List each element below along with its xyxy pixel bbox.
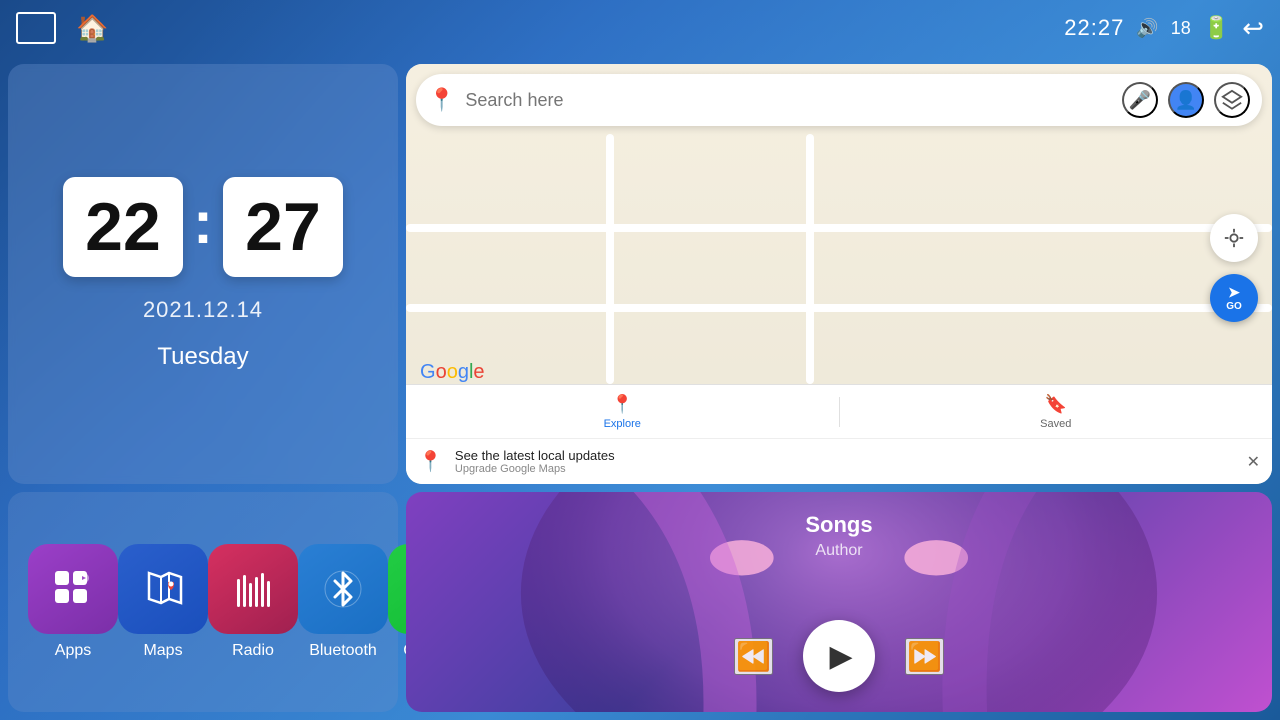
map-go-button[interactable]: ➤ GO bbox=[1210, 274, 1258, 322]
music-prev-button[interactable]: ⏪ bbox=[734, 638, 773, 675]
map-road-v1 bbox=[606, 134, 614, 384]
home-icon[interactable]: 🏠 bbox=[76, 13, 108, 44]
navigation-icon: ➤ bbox=[1228, 284, 1240, 301]
clock-colon: : bbox=[193, 188, 213, 257]
map-mic-button[interactable]: 🎤 bbox=[1122, 82, 1158, 118]
clock-date: 2021.12.14 bbox=[143, 297, 263, 323]
explore-icon: 📍 bbox=[611, 394, 633, 415]
battery-icon: 🔋 bbox=[1203, 15, 1230, 41]
map-road-h1 bbox=[406, 224, 1272, 232]
bluetooth-label: Bluetooth bbox=[309, 642, 377, 660]
tab-saved[interactable]: 🔖 Saved bbox=[840, 385, 1273, 438]
map-layers-button[interactable] bbox=[1214, 82, 1250, 118]
notice-close-button[interactable]: ✕ bbox=[1247, 452, 1260, 472]
clock-hour: 22 bbox=[63, 177, 183, 277]
clock-minute: 27 bbox=[223, 177, 343, 277]
music-info: Songs Author bbox=[406, 512, 1272, 560]
google-logo: Google bbox=[420, 361, 485, 384]
map-search-bar[interactable]: 📍 🎤 👤 bbox=[416, 74, 1262, 126]
app-item-maps[interactable]: Maps bbox=[118, 544, 208, 660]
status-time: 22:27 bbox=[1064, 15, 1124, 41]
saved-icon: 🔖 bbox=[1045, 394, 1067, 415]
map-location-button[interactable] bbox=[1210, 214, 1258, 262]
maps-pin-icon: 📍 bbox=[428, 87, 455, 113]
map-tabs: 📍 Explore 🔖 Saved bbox=[406, 384, 1272, 438]
main-content: 22 : 27 2021.12.14 Tuesday 📍 🎤 👤 bbox=[0, 56, 1280, 720]
window-icon[interactable] bbox=[16, 12, 56, 44]
bluetooth-icon bbox=[298, 544, 388, 634]
map-road-h2 bbox=[406, 304, 1272, 312]
radio-icon bbox=[208, 544, 298, 634]
music-next-button[interactable]: ⏩ bbox=[905, 638, 944, 675]
notice-title: See the latest local updates bbox=[455, 448, 1235, 463]
apps-icon bbox=[28, 544, 118, 634]
volume-level: 18 bbox=[1171, 18, 1191, 39]
go-label: GO bbox=[1226, 301, 1242, 312]
music-title: Songs bbox=[406, 512, 1272, 538]
map-panel: 📍 🎤 👤 ➤ GO bbox=[406, 64, 1272, 484]
status-bar-right: 22:27 🔊 18 🔋 ↩ bbox=[1064, 13, 1264, 44]
map-user-button[interactable]: 👤 bbox=[1168, 82, 1204, 118]
music-play-button[interactable]: ▶ bbox=[803, 620, 875, 692]
volume-icon: 🔊 bbox=[1136, 18, 1158, 39]
maps-icon bbox=[118, 544, 208, 634]
apps-row: Apps Maps bbox=[8, 492, 398, 712]
music-author: Author bbox=[406, 542, 1272, 560]
map-notice: 📍 See the latest local updates Upgrade G… bbox=[406, 438, 1272, 484]
clock-day: Tuesday bbox=[157, 343, 248, 371]
tab-explore[interactable]: 📍 Explore bbox=[406, 385, 839, 438]
explore-label: Explore bbox=[604, 418, 641, 430]
status-bar: 🏠 22:27 🔊 18 🔋 ↩ bbox=[0, 0, 1280, 56]
map-road-v2 bbox=[806, 134, 814, 384]
notice-maps-icon: 📍 bbox=[418, 449, 443, 474]
saved-label: Saved bbox=[1040, 418, 1071, 430]
notice-text: See the latest local updates Upgrade Goo… bbox=[455, 448, 1235, 475]
status-bar-left: 🏠 bbox=[16, 12, 108, 44]
maps-label: Maps bbox=[143, 642, 182, 660]
app-item-bluetooth[interactable]: Bluetooth bbox=[298, 544, 388, 660]
music-controls: ⏪ ▶ ⏩ bbox=[406, 620, 1272, 692]
clock-panel: 22 : 27 2021.12.14 Tuesday bbox=[8, 64, 398, 484]
radio-label: Radio bbox=[232, 642, 274, 660]
apps-label: Apps bbox=[55, 642, 91, 660]
clock-display: 22 : 27 bbox=[63, 177, 343, 277]
app-item-apps[interactable]: Apps bbox=[28, 544, 118, 660]
back-icon[interactable]: ↩ bbox=[1242, 13, 1264, 44]
music-panel: Songs Author ⏪ ▶ ⏩ bbox=[406, 492, 1272, 712]
play-icon: ▶ bbox=[829, 639, 852, 674]
notice-sub: Upgrade Google Maps bbox=[455, 463, 1235, 475]
app-item-radio[interactable]: Radio bbox=[208, 544, 298, 660]
map-search-input[interactable] bbox=[465, 90, 1112, 111]
